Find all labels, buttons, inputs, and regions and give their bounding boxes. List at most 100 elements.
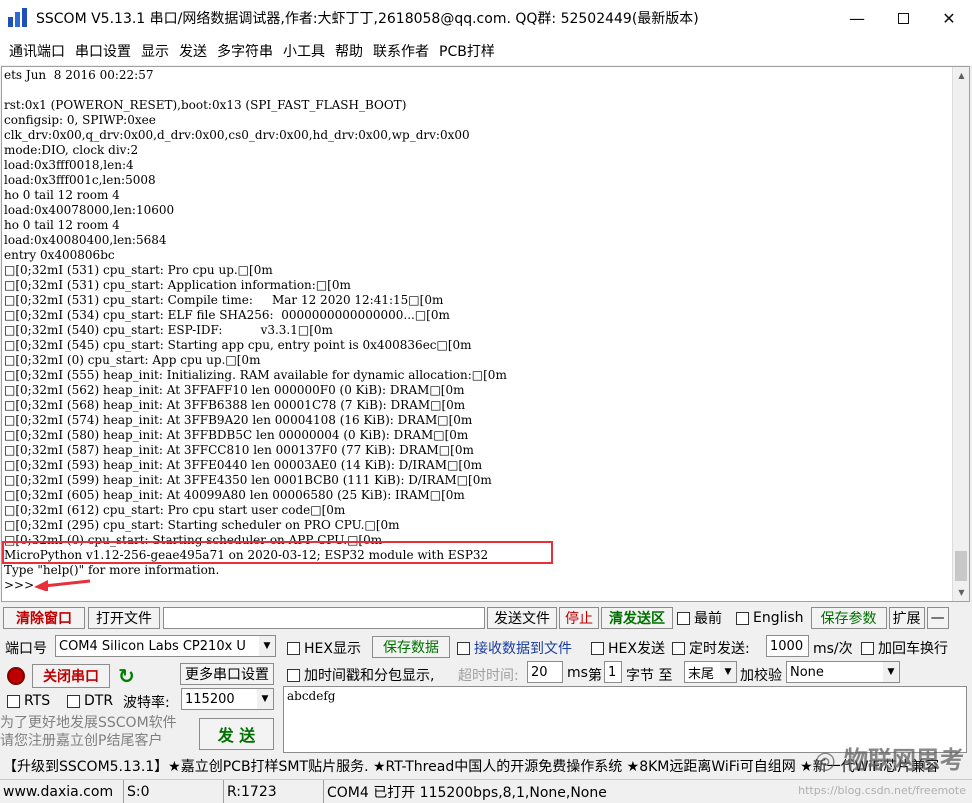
checkbox-box [861, 641, 874, 655]
terminal-line: load:0x3fff0018,len:4 [4, 158, 134, 172]
checkbox-box [7, 694, 20, 708]
close-button[interactable]: ✕ [926, 0, 972, 36]
english-checkbox[interactable]: English [736, 610, 804, 626]
vertical-scrollbar[interactable]: ▲ ▼ [952, 67, 969, 601]
byte-prefix: 第 [588, 668, 602, 684]
status-received: R:1723 [224, 780, 324, 803]
terminal-line: rst:0x1 (POWERON_RESET),boot:0x13 (SPI_F… [4, 98, 407, 112]
terminal-line: □[0;32mI (580) heap_init: At 3FFBDB5C le… [4, 428, 469, 442]
scroll-down-icon[interactable]: ▼ [953, 584, 969, 601]
add-crlf-checkbox[interactable]: 加回车换行 [861, 638, 948, 658]
dtr-checkbox[interactable]: DTR [67, 693, 113, 709]
menu-item-7[interactable]: 联系作者 [368, 41, 434, 61]
terminal-line: □[0;32mI (612) cpu_start: Pro cpu start … [4, 503, 346, 517]
promo-text: 为了更好地发展SSCOM软件 请您注册嘉立创P结尾客户 [0, 714, 178, 750]
terminal-line: load:0x40080400,len:5684 [4, 233, 167, 247]
hex-send-checkbox[interactable]: HEX发送 [591, 638, 665, 658]
promo-line-2: 请您注册嘉立创P结尾客户 [0, 733, 163, 749]
terminal-line: □[0;32mI (605) heap_init: At 40099A80 le… [4, 488, 465, 502]
terminal-line: entry 0x400806bc [4, 248, 115, 262]
receive-window[interactable]: ets Jun 8 2016 00:22:57 rst:0x1 (POWERON_… [1, 66, 970, 602]
checksum-value: None [790, 664, 824, 680]
rts-checkbox[interactable]: RTS [7, 693, 50, 709]
minimize-button[interactable]: — [834, 0, 880, 36]
topmost-checkbox[interactable]: 最前 [677, 608, 722, 628]
scroll-thumb[interactable] [955, 551, 967, 581]
terminal-line: mode:DIO, clock div:2 [4, 143, 139, 157]
baud-label: 波特率: [123, 695, 170, 711]
menu-item-0[interactable]: 通讯端口 [4, 41, 70, 61]
save-params-button[interactable]: 保存参数 [810, 607, 887, 629]
checksum-label: 加校验 [740, 668, 782, 684]
send-file-button[interactable]: 发送文件 [487, 607, 557, 629]
checkbox-box [677, 611, 690, 625]
clear-window-button[interactable]: 清除窗口 [3, 607, 85, 629]
byte-index-input[interactable]: 1 [604, 661, 622, 683]
checkbox-box [457, 641, 470, 655]
terminal-line: □[0;32mI (574) heap_init: At 3FFB9A20 le… [4, 413, 473, 427]
terminal-line: □[0;32mI (531) cpu_start: Pro cpu up.□[0… [4, 263, 273, 277]
clear-send-button[interactable]: 清发送区 [601, 607, 673, 629]
stop-button[interactable]: 停止 [559, 607, 599, 629]
checkbox-box [736, 611, 749, 625]
dtr-label: DTR [84, 693, 114, 709]
red-arrow-annotation [34, 579, 91, 591]
close-port-button[interactable]: 关闭串口 [32, 664, 110, 688]
terminal-line: □[0;32mI (593) heap_init: At 3FFE0440 le… [4, 458, 483, 472]
send-button[interactable]: 发 送 [199, 718, 274, 750]
collapse-button[interactable]: — [926, 607, 949, 629]
terminal-line: ho 0 tail 12 room 4 [4, 218, 120, 232]
watermark-url: https://blog.csdn.net/freemote [798, 784, 966, 797]
highlight-annotation [2, 541, 553, 564]
file-path-input[interactable] [163, 607, 485, 629]
baud-select[interactable]: 115200 ▼ [181, 688, 274, 710]
timeout-unit: ms [567, 665, 588, 681]
expand-button[interactable]: 扩展 [888, 607, 925, 629]
timed-send-checkbox[interactable]: 定时发送: [672, 638, 750, 658]
status-port: COM4 已打开 115200bps,8,1,None,None [327, 784, 607, 801]
menu-item-2[interactable]: 显示 [136, 41, 174, 61]
more-settings-button[interactable]: 更多串口设置 [180, 663, 274, 685]
scroll-up-icon[interactable]: ▲ [953, 67, 969, 84]
menu-item-4[interactable]: 多字符串 [212, 41, 278, 61]
menu-item-8[interactable]: PCB打样 [434, 41, 500, 61]
terminal-line: >>> [4, 578, 35, 592]
chevron-down-icon: ▼ [259, 636, 275, 656]
terminal-line: configsip: 0, SPIWP:0xee [4, 113, 156, 127]
status-site[interactable]: www.daxia.com [0, 780, 124, 803]
checksum-select[interactable]: None ▼ [786, 661, 900, 683]
terminal-line: □[0;32mI (568) heap_init: At 3FFB6388 le… [4, 398, 466, 412]
hex-display-checkbox[interactable]: HEX显示 [287, 638, 361, 658]
terminal-line: ets Jun 8 2016 00:22:57 [4, 68, 154, 82]
terminal-output: ets Jun 8 2016 00:22:57 rst:0x1 (POWERON_… [4, 68, 951, 593]
title-bar: SSCOM V5.13.1 串口/网络数据调试器,作者:大虾丁丁,2618058… [0, 0, 972, 36]
menu-item-6[interactable]: 帮助 [330, 41, 368, 61]
refresh-icon[interactable]: ↻ [118, 664, 135, 688]
terminal-line: □[0;32mI (531) cpu_start: Compile time: … [4, 293, 444, 307]
save-data-button[interactable]: 保存数据 [372, 636, 450, 658]
terminal-line: Type "help()" for more information. [4, 563, 220, 577]
menu-item-5[interactable]: 小工具 [278, 41, 330, 61]
chevron-down-icon: ▼ [720, 662, 736, 682]
checkbox-box [287, 641, 300, 655]
hex-display-label: HEX显示 [304, 641, 361, 657]
timeout-input[interactable]: 20 [527, 661, 563, 683]
menu-item-3[interactable]: 发送 [174, 41, 212, 61]
terminal-line: □[0;32mI (562) heap_init: At 3FFAFF10 le… [4, 383, 465, 397]
terminal-line: □[0;32mI (599) heap_init: At 3FFE4350 le… [4, 473, 492, 487]
interval-input[interactable]: 1000 [766, 635, 809, 657]
byte-end-select[interactable]: 末尾 ▼ [684, 661, 737, 683]
toolbar: 清除窗口 打开文件 发送文件 停止 清发送区 最前 English 保存参数 扩… [0, 605, 972, 631]
maximize-button[interactable] [880, 0, 926, 36]
port-select[interactable]: COM4 Silicon Labs CP210x U ▼ [55, 635, 276, 657]
menu-item-1[interactable]: 串口设置 [70, 41, 136, 61]
port-value: COM4 Silicon Labs CP210x U [59, 638, 246, 654]
recv-to-file-checkbox[interactable]: 接收数据到文件 [457, 638, 572, 658]
terminal-line: □[0;32mI (540) cpu_start: ESP-IDF: v3.3.… [4, 323, 333, 337]
open-file-button[interactable]: 打开文件 [88, 607, 160, 629]
english-label: English [753, 610, 804, 626]
timestamp-checkbox[interactable]: 加时间戳和分包显示, [287, 665, 434, 685]
byte-end-value: 末尾 [688, 666, 715, 682]
baud-value: 115200 [185, 691, 235, 707]
